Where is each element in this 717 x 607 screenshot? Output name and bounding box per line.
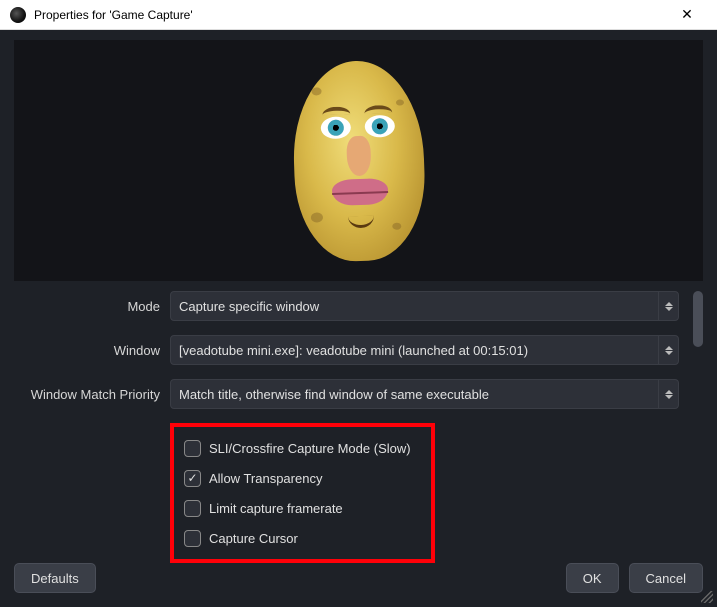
ok-button[interactable]: OK (566, 563, 619, 593)
window-label: Window (14, 343, 170, 358)
properties-form: Mode Capture specific window Window [vea… (14, 291, 703, 563)
scrollbar[interactable] (693, 291, 703, 347)
cancel-button[interactable]: Cancel (629, 563, 703, 593)
defaults-button[interactable]: Defaults (14, 563, 96, 593)
window-select[interactable]: [veadotube mini.exe]: veadotube mini (la… (170, 335, 679, 365)
cursor-checkbox-label: Capture Cursor (209, 531, 298, 546)
preview-avatar (290, 58, 427, 262)
window-title: Properties for 'Game Capture' (34, 8, 667, 22)
dialog-footer: Defaults OK Cancel (14, 563, 703, 593)
dialog-content: Mode Capture specific window Window [vea… (0, 30, 717, 607)
sli-checkbox-label: SLI/Crossfire Capture Mode (Slow) (209, 441, 411, 456)
cursor-checkbox[interactable] (184, 530, 201, 547)
mode-label: Mode (14, 299, 170, 314)
titlebar: Properties for 'Game Capture' ✕ (0, 0, 717, 30)
priority-select[interactable]: Match title, otherwise find window of sa… (170, 379, 679, 409)
spinner-icon (658, 336, 678, 364)
mode-select-value: Capture specific window (179, 299, 319, 314)
source-preview (14, 40, 703, 281)
priority-select-value: Match title, otherwise find window of sa… (179, 387, 489, 402)
spinner-icon (658, 292, 678, 320)
sli-checkbox[interactable] (184, 440, 201, 457)
spinner-icon (658, 380, 678, 408)
resize-grip-icon[interactable] (701, 591, 713, 603)
transparency-checkbox-label: Allow Transparency (209, 471, 322, 486)
window-select-value: [veadotube mini.exe]: veadotube mini (la… (179, 343, 528, 358)
close-button[interactable]: ✕ (667, 0, 707, 30)
limit-fps-checkbox-label: Limit capture framerate (209, 501, 343, 516)
limit-fps-checkbox[interactable] (184, 500, 201, 517)
transparency-checkbox[interactable] (184, 470, 201, 487)
highlighted-checkbox-group: SLI/Crossfire Capture Mode (Slow) Allow … (170, 423, 435, 563)
obs-logo-icon (10, 7, 26, 23)
mode-select[interactable]: Capture specific window (170, 291, 679, 321)
priority-label: Window Match Priority (14, 387, 170, 402)
